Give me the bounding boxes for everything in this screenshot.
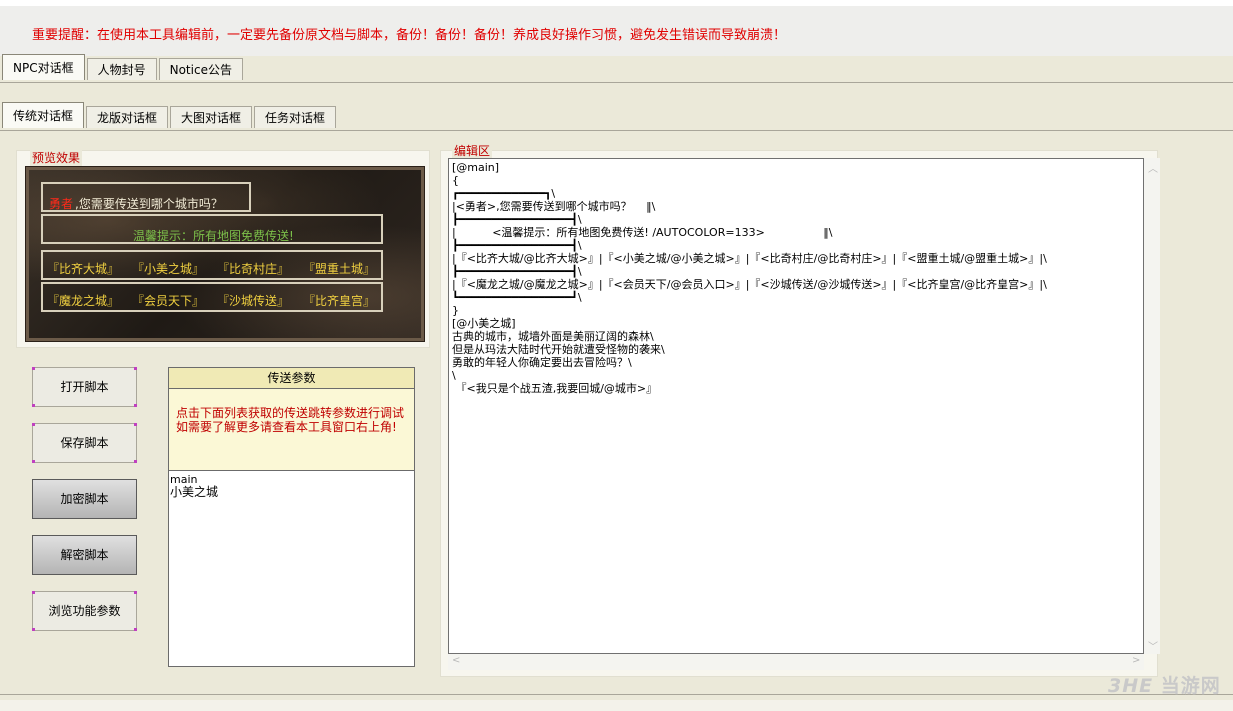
editor-line: [@main] (452, 161, 500, 174)
scroll-left-icon[interactable]: < (452, 655, 460, 666)
preview-city: 『比齐大城』 (47, 262, 120, 276)
preview-question: ,您需要传送到哪个城市吗？ (75, 197, 223, 211)
list-item[interactable]: 小美之城 (170, 486, 413, 499)
editor-horizontal-scrollbar[interactable]: < > (448, 654, 1144, 670)
save-script-button[interactable]: 保存脚本 (32, 423, 137, 463)
preview-city: 『魔龙之城』 (47, 294, 120, 308)
editor-line: ┗━━━━━━━━━━━━━━━━━┛\ (452, 291, 582, 304)
save-script-label: 保存脚本 (60, 436, 109, 450)
teleport-params-note: 点击下面列表获取的传送跳转参数进行调试 如需要了解更多请查看本工具窗口右上角! (176, 406, 453, 434)
editor-line: 『<我只是个战五渣,我要回城/@城市>』 (452, 382, 658, 395)
tab-dragon-dialog[interactable]: 龙版对话框 (86, 106, 169, 128)
teleport-params-list[interactable]: main 小美之城 (168, 471, 415, 667)
watermark-logo: 3HE (1108, 675, 1154, 697)
tab-character-title[interactable]: 人物封号 (86, 58, 157, 80)
browse-params-button[interactable]: 浏览功能参数 (32, 591, 137, 631)
scroll-up-icon[interactable]: ︿ (1148, 160, 1158, 175)
preview-label: 预览效果 (30, 149, 83, 166)
encrypt-script-button[interactable]: 加密脚本 (32, 479, 137, 519)
editor-line: [@小美之城] (452, 317, 516, 330)
editor-line: |『<比齐大城/@比齐大城>』|『<小美之城/@小美之城>』|『<比奇村庄/@比… (452, 252, 1047, 265)
teleport-params-title: 传送参数 (169, 368, 414, 389)
subtab-divider (0, 130, 1233, 131)
bottom-divider (0, 694, 1233, 695)
editor-line: 勇敢的年轻人你确定要出去冒险吗？\ (452, 356, 632, 369)
script-editor[interactable]: [@main] { ┏━━━━━━━━━━━━━┓\ |<勇者>,您需要传送到哪… (448, 158, 1144, 654)
scroll-down-icon[interactable]: ﹀ (1148, 638, 1158, 653)
editor-line: | <温馨提示：所有地图免费传送! /AUTOCOLOR=133> ‖\ (452, 226, 833, 239)
watermark-text: 当游网 (1160, 675, 1221, 697)
open-script-button[interactable]: 打开脚本 (32, 367, 137, 407)
tab-classic-dialog[interactable]: 传统对话框 (2, 102, 85, 128)
editor-line: ┣━━━━━━━━━━━━━━━━━┫\ (452, 265, 582, 278)
editor-label: 编辑区 (452, 142, 493, 159)
editor-line: ┏━━━━━━━━━━━━━┓\ (452, 187, 556, 200)
decrypt-script-label: 解密脚本 (60, 548, 109, 562)
editor-line: 但是从玛法大陆时代开始就遭受怪物的袭来\ (452, 343, 665, 356)
preview-city: 『沙城传送』 (217, 294, 290, 308)
editor-line: \ (452, 369, 456, 382)
preview-city: 『会员天下』 (132, 294, 205, 308)
editor-line: |<勇者>,您需要传送到哪个城市吗？ ‖\ (452, 200, 656, 213)
preview-city: 『小美之城』 (132, 262, 205, 276)
preview-panel: 勇者 ,您需要传送到哪个城市吗？ 温馨提示：所有地图免费传送! 『比齐大城』 『… (25, 166, 425, 342)
preview-city: 『比齐皇宫』 (303, 294, 376, 308)
tab-notice[interactable]: Notice公告 (158, 58, 243, 80)
editor-line: ┣━━━━━━━━━━━━━━━━━┫\ (452, 213, 582, 226)
preview-hero: 勇者 (49, 197, 74, 211)
browse-params-label: 浏览功能参数 (48, 604, 121, 618)
backup-warning: 重要提醒：在使用本工具编辑前，一定要先备份原文档与脚本，备份！备份！备份！养成良… (32, 28, 787, 43)
editor-line: { (452, 174, 459, 187)
site-watermark: 3HE 当游网 (1108, 671, 1221, 698)
tab-divider (0, 82, 1233, 83)
editor-line: ┣━━━━━━━━━━━━━━━━━┫\ (452, 239, 582, 252)
status-strip (0, 700, 1233, 711)
dialog-type-tabs: 传统对话框 龙版对话框 大图对话框 任务对话框 (2, 102, 338, 128)
tab-npc-dialog[interactable]: NPC对话框 (2, 54, 85, 80)
preview-city: 『比奇村庄』 (217, 262, 290, 276)
tab-quest-dialog[interactable]: 任务对话框 (254, 106, 337, 128)
editor-line: 古典的城市，城墙外面是美丽辽阔的森林\ (452, 330, 654, 343)
preview-city: 『盟重土城』 (303, 262, 376, 276)
editor-line: } (452, 304, 459, 317)
teleport-params-panel: 传送参数 点击下面列表获取的传送跳转参数进行调试 如需要了解更多请查看本工具窗口… (168, 367, 453, 471)
open-script-label: 打开脚本 (60, 380, 109, 394)
decrypt-script-button[interactable]: 解密脚本 (32, 535, 137, 575)
tab-bigmap-dialog[interactable]: 大图对话框 (170, 106, 253, 128)
preview-tip: 温馨提示：所有地图免费传送! (133, 229, 294, 243)
editor-vertical-scrollbar[interactable]: ︿ ﹀ (1144, 158, 1160, 654)
scroll-right-icon[interactable]: > (1132, 655, 1140, 666)
editor-line: |『<魔龙之城/@魔龙之城>』|『<会员天下/@会员入口>』|『<沙城传送/@沙… (452, 278, 1047, 291)
encrypt-script-label: 加密脚本 (60, 492, 109, 506)
main-tabs: NPC对话框 人物封号 Notice公告 (2, 54, 245, 80)
